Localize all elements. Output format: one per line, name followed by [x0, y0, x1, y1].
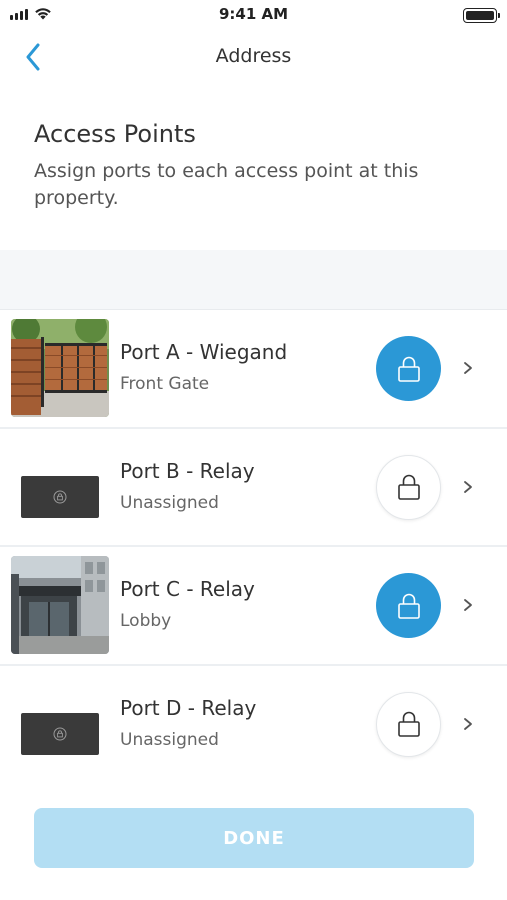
- chevron-right-icon: [464, 717, 472, 730]
- port-assignment: Front Gate: [120, 374, 210, 394]
- lock-icon: [397, 711, 420, 737]
- status-bar: 9:41 AM: [0, 0, 507, 30]
- access-point-list: Port A - Wiegand Front Gate Port B - Rel…: [0, 310, 507, 784]
- lock-icon: [397, 593, 420, 619]
- chevron-right-icon: [464, 362, 472, 374]
- section-subtitle: Assign ports to each access point at thi…: [34, 160, 419, 209]
- port-assignment: Unassigned: [120, 492, 219, 513]
- access-point-row-port-c[interactable]: Port C - Relay Lobby: [0, 547, 507, 666]
- port-title: Port D - Relay: [120, 695, 257, 720]
- section-title: Access Points: [34, 120, 196, 148]
- access-point-row-port-b[interactable]: Port B - Relay Unassigned: [0, 428, 507, 547]
- port-assignment: Lobby: [120, 611, 172, 631]
- lock-toggle-button[interactable]: [376, 691, 441, 757]
- access-point-row-port-a[interactable]: Port A - Wiegand Front Gate: [0, 310, 507, 429]
- keypad-placeholder: [11, 675, 109, 773]
- lock-icon: [397, 474, 420, 500]
- wooden-gate-photo: [11, 319, 109, 417]
- port-title: Port B - Relay: [120, 458, 255, 483]
- chevron-right-icon: [464, 480, 472, 493]
- port-assignment: Unassigned: [120, 729, 219, 750]
- port-title: Port C - Relay: [120, 577, 255, 601]
- nav-bar: Address: [0, 32, 507, 82]
- section-divider: [0, 250, 507, 310]
- keypad-placeholder: [11, 438, 109, 536]
- lock-toggle-button[interactable]: [376, 454, 441, 520]
- page-title: Address: [215, 45, 292, 67]
- status-time: 9:41 AM: [218, 5, 289, 23]
- battery-icon: [463, 8, 500, 23]
- lobby-entrance-photo: [11, 556, 109, 654]
- lock-toggle-button[interactable]: [376, 573, 441, 638]
- lock-icon: [397, 356, 420, 382]
- chevron-right-icon: [464, 599, 472, 611]
- port-title: Port A - Wiegand: [120, 340, 288, 364]
- access-point-row-port-d[interactable]: Port D - Relay Unassigned: [0, 665, 507, 784]
- keypad-lock-icon: [53, 490, 67, 503]
- done-button[interactable]: DONE: [34, 808, 474, 868]
- section-header: Access Points Assign ports to each acces…: [34, 120, 477, 212]
- keypad-lock-icon: [53, 727, 67, 740]
- lock-toggle-button[interactable]: [376, 336, 441, 401]
